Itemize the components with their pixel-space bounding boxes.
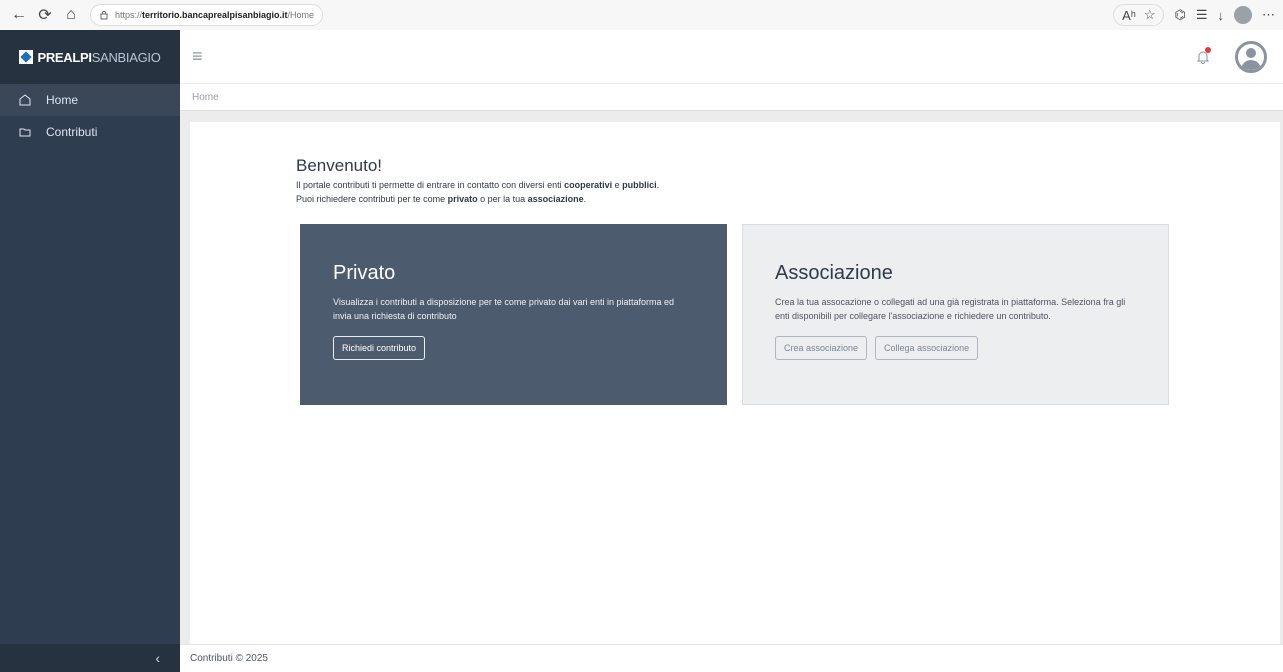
menu-icon[interactable]: ≡ (192, 46, 203, 67)
welcome-section: Benvenuto! Il portale contributi ti perm… (296, 156, 659, 204)
url-protocol: https:// (115, 10, 143, 20)
sidebar-item-home[interactable]: Home (0, 84, 180, 116)
url-host: territorio.bancaprealpisanbiagio.it (142, 10, 288, 20)
read-aloud-favorites: Aʰ ☆ (1113, 4, 1165, 26)
url-path: /Home (287, 10, 315, 20)
main-area: ≡ Home Benvenuto! Il portale contributi … (180, 30, 1283, 672)
avatar-body (1241, 59, 1261, 70)
private-panel: Privato Visualizza i contributi a dispos… (300, 224, 727, 405)
association-title: Associazione (775, 262, 893, 284)
address-bar[interactable]: https://territorio.bancaprealpisanbiagio… (90, 4, 324, 26)
favorites-icon[interactable]: ☰ (1196, 7, 1208, 23)
topbar: ≡ (180, 30, 1283, 84)
association-panel: Associazione Crea la tua assocazione o c… (742, 224, 1169, 405)
home-icon[interactable]: ⌂ (60, 4, 82, 26)
back-icon[interactable]: ← (8, 4, 30, 26)
welcome-line-2: Puoi richiedere contributi per te come p… (296, 194, 587, 204)
footer-text: Contributi © 2025 (190, 653, 268, 664)
breadcrumb-bar: Home (180, 84, 1283, 111)
downloads-icon[interactable]: ↓ (1218, 8, 1225, 23)
logo-main: PREALPI (37, 49, 92, 65)
sidebar-item-label: Contributi (46, 125, 98, 139)
content-card: Benvenuto! Il portale contributi ti perm… (190, 122, 1280, 646)
lock-icon (100, 10, 108, 20)
private-title: Privato (333, 262, 396, 284)
logo-mark (19, 50, 34, 64)
chevron-left-icon: ‹ (155, 650, 160, 666)
logo-text: PREALPISANBIAGIO (37, 50, 160, 65)
logo-second: SANBIAGIO (91, 49, 161, 65)
sidebar-item-label: Home (46, 93, 79, 107)
read-aloud-icon[interactable]: Aʰ (1122, 8, 1136, 23)
notification-bell-icon[interactable] (1195, 46, 1211, 65)
page-title: Benvenuto! (296, 156, 383, 175)
avatar-head (1246, 47, 1256, 58)
create-association-button[interactable]: Crea associazione (775, 336, 868, 360)
notification-dot (1205, 46, 1211, 53)
association-actions: Crea associazione Collega associazione (775, 336, 1168, 360)
browser-actions: Aʰ ☆ ⌬ ☰ ↓ ⋯ (1113, 4, 1275, 26)
home-outline-icon (19, 94, 31, 106)
footer: Contributi © 2025 (180, 644, 1283, 672)
private-description: Visualizza i contributi a disposizione p… (333, 297, 675, 321)
browser-toolbar: ← ⟳ ⌂ https://territorio.bancaprealpisan… (0, 0, 1283, 30)
extensions-icon[interactable]: ⌬ (1174, 7, 1185, 23)
breadcrumb[interactable]: Home (192, 92, 219, 103)
refresh-icon[interactable]: ⟳ (34, 4, 56, 26)
sidebar-item-contributi[interactable]: Contributi (0, 116, 180, 148)
user-avatar-icon[interactable] (1235, 40, 1267, 73)
more-icon[interactable]: ⋯ (1262, 7, 1275, 23)
logo-area[interactable]: PREALPISANBIAGIO (0, 30, 180, 84)
topbar-actions (1195, 40, 1283, 73)
star-icon[interactable]: ☆ (1144, 7, 1156, 23)
link-association-button[interactable]: Collega associazione (875, 336, 979, 360)
profile-icon[interactable] (1234, 6, 1252, 24)
bank-logo: PREALPISANBIAGIO (19, 50, 161, 65)
association-description: Crea la tua assocazione o collegati ad u… (775, 297, 1126, 321)
welcome-line-1: Il portale contributi ti permette di ent… (296, 180, 660, 190)
sidebar: PREALPISANBIAGIO Home Contributi ‹ (0, 30, 180, 672)
request-contribution-button[interactable]: Richiedi contributo (333, 336, 426, 360)
folder-icon (19, 128, 31, 137)
sidebar-collapse-button[interactable]: ‹ (0, 644, 180, 672)
private-actions: Richiedi contributo (333, 336, 726, 360)
